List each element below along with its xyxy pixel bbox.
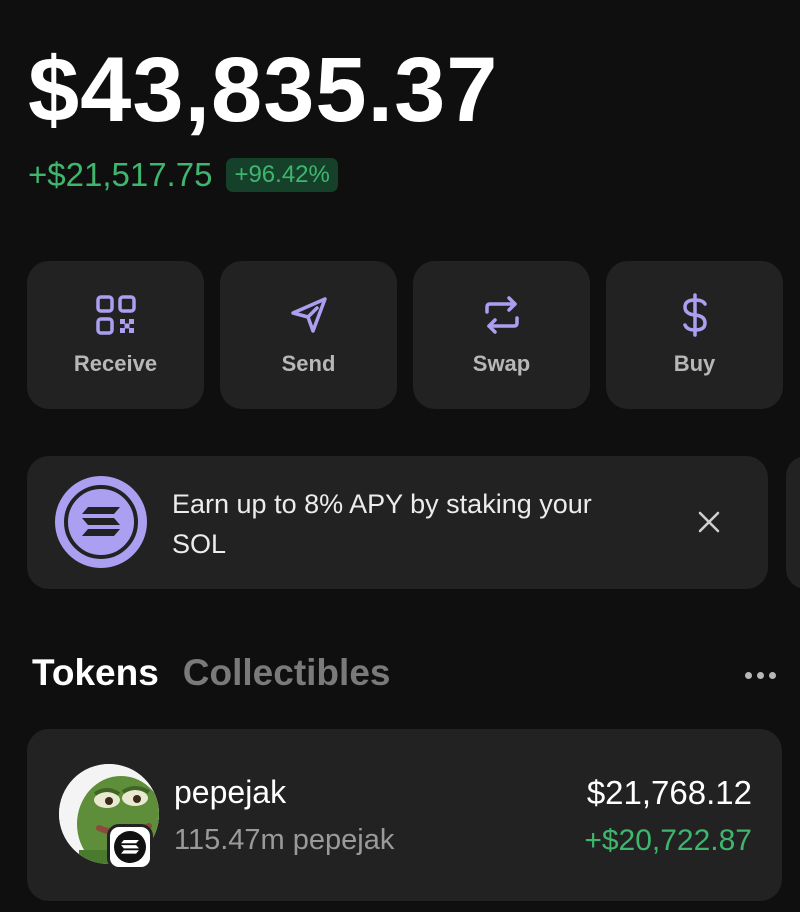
total-balance: $43,835.37 xyxy=(28,39,499,141)
staking-promo-banner[interactable]: Earn up to 8% APY by staking your SOL xyxy=(27,456,768,589)
buy-button[interactable]: Buy xyxy=(606,261,783,409)
buy-label: Buy xyxy=(673,351,716,376)
swap-button[interactable]: Swap xyxy=(413,261,590,409)
balance-change-row: +$21,517.75 +96.42% xyxy=(28,156,338,194)
qr-code-icon xyxy=(94,293,138,337)
next-banner-peek[interactable] xyxy=(786,456,800,589)
solana-icon xyxy=(55,476,147,568)
tab-tokens[interactable]: Tokens xyxy=(32,652,159,694)
swap-icon xyxy=(480,293,524,337)
close-icon[interactable] xyxy=(689,502,729,542)
staking-promo-text: Earn up to 8% APY by staking your SOL xyxy=(172,489,592,559)
solana-chain-badge-icon xyxy=(107,824,153,870)
receive-label: Receive xyxy=(73,351,158,376)
action-buttons: Receive Send Swap Buy xyxy=(27,261,783,409)
more-options-icon[interactable] xyxy=(738,660,782,690)
balance-change-amount: +$21,517.75 xyxy=(28,156,213,193)
balance-change-percent-badge: +96.42% xyxy=(226,158,338,192)
asset-tabs: Tokens Collectibles xyxy=(32,652,390,694)
token-value: $21,768.12 xyxy=(586,774,752,811)
send-label: Send xyxy=(281,351,336,376)
swap-label: Swap xyxy=(472,351,531,376)
token-amount: 115.47m pepejak xyxy=(174,824,395,856)
send-button[interactable]: Send xyxy=(220,261,397,409)
receive-button[interactable]: Receive xyxy=(27,261,204,409)
dollar-icon xyxy=(673,293,717,337)
token-row[interactable]: pepejak 115.47m pepejak $21,768.12 +$20,… xyxy=(27,729,782,901)
token-name: pepejak xyxy=(174,774,287,810)
tab-collectibles[interactable]: Collectibles xyxy=(183,652,391,694)
token-change: +$20,722.87 xyxy=(584,824,752,857)
send-icon xyxy=(287,293,331,337)
